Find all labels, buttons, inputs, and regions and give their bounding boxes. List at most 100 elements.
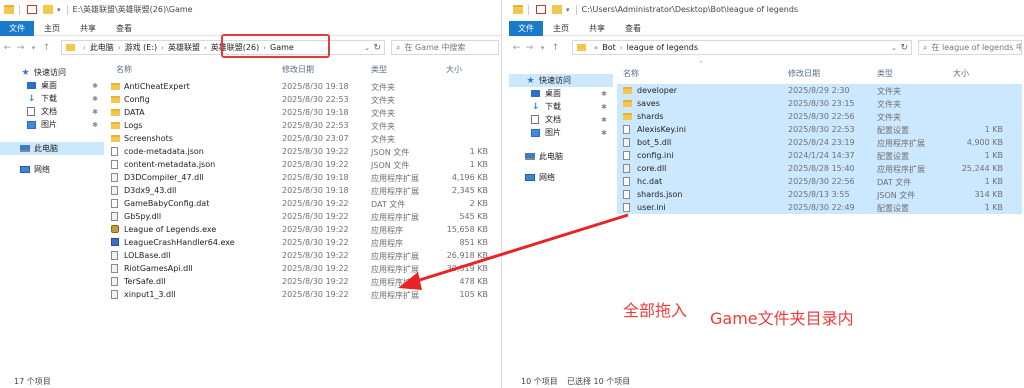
file-row[interactable]: core.dll 2025/8/28 15:40 应用程序扩展 25,244 KB xyxy=(617,162,1022,175)
tab-home[interactable]: 主页 xyxy=(543,21,579,36)
file-row[interactable]: LOLBase.dll 2025/8/30 19:22 应用程序扩展 26,918 K… xyxy=(106,249,498,262)
file-row[interactable]: config.ini 2024/1/24 14:37 配置设置 1 KB xyxy=(617,149,1022,162)
file-row[interactable]: content-metadata.json 2025/8/30 19:22 JSON… xyxy=(106,158,498,171)
sidebar-item-quick-access[interactable]: ★ 快速访问 xyxy=(0,66,104,79)
pin-icon[interactable]: ✱ xyxy=(601,129,607,137)
file-size: 25,244 KB xyxy=(961,164,1003,173)
pin-icon[interactable]: ✱ xyxy=(92,108,98,116)
forward-arrow-icon[interactable]: → xyxy=(524,43,535,53)
tab-view[interactable]: 查看 xyxy=(106,21,142,36)
column-header-name[interactable]: 名称 xyxy=(623,68,639,79)
sidebar-item-desktop[interactable]: 桌面 ✱ xyxy=(0,79,104,92)
file-row[interactable]: D3dx9_43.dll 2025/8/30 19:18 应用程序扩展 2,345 K… xyxy=(106,184,498,197)
recent-locations-icon[interactable]: ▾ xyxy=(28,44,39,52)
file-row[interactable]: LeagueCrashHandler64.exe 2025/8/30 19:22 应… xyxy=(106,236,498,249)
sidebar-item-this-pc[interactable]: 此电脑 xyxy=(0,142,104,155)
address-dropdown-icon[interactable]: ⌄ xyxy=(364,44,370,52)
breadcrumb-this-pc[interactable]: 此电脑 xyxy=(90,42,114,53)
up-arrow-icon[interactable]: ↑ xyxy=(41,43,52,53)
column-header-size[interactable]: 大小 xyxy=(953,68,969,79)
pin-icon[interactable]: ✱ xyxy=(601,103,607,111)
file-row[interactable]: Screenshots 2025/8/30 23:07 文件夹 xyxy=(106,132,498,145)
file-row[interactable]: shards.json 2025/8/13 3:55 JSON 文件 314 KB xyxy=(617,188,1022,201)
column-header-size[interactable]: 大小 xyxy=(446,64,462,75)
sidebar-item-network[interactable]: 网络 xyxy=(0,163,104,176)
dll-file-icon xyxy=(623,138,630,147)
up-arrow-icon[interactable]: ↑ xyxy=(550,43,561,53)
breadcrumb-folder[interactable]: 英雄联盟 xyxy=(168,42,200,53)
sort-caret-icon: ⌃ xyxy=(698,60,704,68)
sidebar-item-documents[interactable]: 文档 ✱ xyxy=(509,113,613,126)
file-date: 2025/8/28 15:40 xyxy=(788,164,855,173)
search-placeholder: 在 Game 中搜索 xyxy=(404,43,466,52)
file-size: 314 KB xyxy=(974,190,1003,199)
file-name: LeagueCrashHandler64.exe xyxy=(124,238,235,247)
breadcrumb-drive[interactable]: 游戏 (E:) xyxy=(125,42,158,53)
file-row[interactable]: League of Legends.exe 2025/8/30 19:22 应用程序… xyxy=(106,223,498,236)
sidebar-item-documents[interactable]: 文档 ✱ xyxy=(0,105,104,118)
file-row[interactable]: D3DCompiler_47.dll 2025/8/30 19:18 应用程序扩展 4… xyxy=(106,171,498,184)
column-header-date[interactable]: 修改日期 xyxy=(282,64,314,75)
column-header-name[interactable]: 名称 xyxy=(116,64,132,75)
file-name: League of Legends.exe xyxy=(124,225,217,234)
sidebar-item-downloads[interactable]: ↓ 下载 ✱ xyxy=(0,92,104,105)
breadcrumb-folder[interactable]: Bot xyxy=(602,43,616,52)
new-folder-icon[interactable] xyxy=(552,5,562,14)
file-row[interactable]: AntiCheatExpert 2025/8/30 19:18 文件夹 xyxy=(106,80,498,93)
sidebar-item-downloads[interactable]: ↓ 下载 ✱ xyxy=(509,100,613,113)
tab-view[interactable]: 查看 xyxy=(615,21,651,36)
file-row[interactable]: GameBabyConfig.dat 2025/8/30 19:22 DAT 文件 2… xyxy=(106,197,498,210)
pin-icon[interactable]: ✱ xyxy=(92,95,98,103)
file-row[interactable]: RiotGamesApi.dll 2025/8/30 19:22 应用程序扩展 30,… xyxy=(106,262,498,275)
properties-icon[interactable] xyxy=(27,5,37,14)
file-row[interactable]: TerSafe.dll 2025/8/30 19:22 应用程序扩展 478 KB xyxy=(106,275,498,288)
file-row[interactable]: DATA 2025/8/30 19:18 文件夹 xyxy=(106,106,498,119)
column-header-type[interactable]: 类型 xyxy=(371,64,387,75)
back-arrow-icon[interactable]: ← xyxy=(511,43,522,53)
file-row[interactable]: hc.dat 2025/8/30 22:56 DAT 文件 1 KB xyxy=(617,175,1022,188)
pin-icon[interactable]: ✱ xyxy=(92,82,98,90)
file-row[interactable]: saves 2025/8/30 23:15 文件夹 xyxy=(617,97,1022,110)
file-row[interactable]: Logs 2025/8/30 22:53 文件夹 xyxy=(106,119,498,132)
forward-arrow-icon[interactable]: → xyxy=(15,43,26,53)
address-dropdown-icon[interactable]: ⌄ xyxy=(891,44,897,52)
file-row[interactable]: code-metadata.json 2025/8/30 19:22 JSON 文件… xyxy=(106,145,498,158)
sidebar-item-pictures[interactable]: 图片 ✱ xyxy=(509,126,613,139)
breadcrumb-current[interactable]: league of legends xyxy=(627,43,698,52)
file-row[interactable]: xinput1_3.dll 2025/8/30 19:22 应用程序扩展 105 KB xyxy=(106,288,498,301)
recent-locations-icon[interactable]: ▾ xyxy=(537,44,548,52)
file-row[interactable]: shards 2025/8/30 22:56 文件夹 xyxy=(617,110,1022,123)
sidebar-item-quick-access[interactable]: ★ 快速访问 xyxy=(509,74,613,87)
file-type: 文件夹 xyxy=(877,100,901,109)
tab-home[interactable]: 主页 xyxy=(34,21,70,36)
sidebar-item-pictures[interactable]: 图片 ✱ xyxy=(0,118,104,131)
tab-file[interactable]: 文件 xyxy=(509,20,543,36)
column-header-type[interactable]: 类型 xyxy=(877,68,893,79)
sidebar-item-this-pc[interactable]: 此电脑 xyxy=(509,150,613,163)
sidebar-item-desktop[interactable]: 桌面 ✱ xyxy=(509,87,613,100)
new-folder-icon[interactable] xyxy=(43,5,53,14)
tab-file[interactable]: 文件 xyxy=(0,20,34,36)
file-row[interactable]: bot_5.dll 2025/8/24 23:19 应用程序扩展 4,900 KB xyxy=(617,136,1022,149)
column-header-date[interactable]: 修改日期 xyxy=(788,68,820,79)
pin-icon[interactable]: ✱ xyxy=(92,121,98,129)
file-row[interactable]: user.ini 2025/8/30 22:49 配置设置 1 KB xyxy=(617,201,1022,214)
file-row[interactable]: developer 2025/8/29 2:30 文件夹 xyxy=(617,84,1022,97)
refresh-icon[interactable]: ↻ xyxy=(373,43,381,53)
sidebar-item-network[interactable]: 网络 xyxy=(509,171,613,184)
quick-access-toolbar-dropdown[interactable]: ▾ xyxy=(57,6,61,14)
quick-access-toolbar-dropdown[interactable]: ▾ xyxy=(566,6,570,14)
search-input[interactable]: ⌕ 在 Game 中搜索 xyxy=(391,40,499,55)
address-bar[interactable]: « Bot › league of legends ⌄ ↻ xyxy=(572,40,912,55)
pin-icon[interactable]: ✱ xyxy=(601,90,607,98)
properties-icon[interactable] xyxy=(536,5,546,14)
file-row[interactable]: Config 2025/8/30 22:53 文件夹 xyxy=(106,93,498,106)
pin-icon[interactable]: ✱ xyxy=(601,116,607,124)
file-row[interactable]: AlexisKey.ini 2025/8/30 22:53 配置设置 1 KB xyxy=(617,123,1022,136)
back-arrow-icon[interactable]: ← xyxy=(2,43,13,53)
refresh-icon[interactable]: ↻ xyxy=(900,43,908,53)
tab-share[interactable]: 共享 xyxy=(70,21,106,36)
search-input[interactable]: ⌕ 在 league of legends 中搜索 xyxy=(918,40,1022,55)
file-row[interactable]: GbSpy.dll 2025/8/30 19:22 应用程序扩展 545 KB xyxy=(106,210,498,223)
tab-share[interactable]: 共享 xyxy=(579,21,615,36)
